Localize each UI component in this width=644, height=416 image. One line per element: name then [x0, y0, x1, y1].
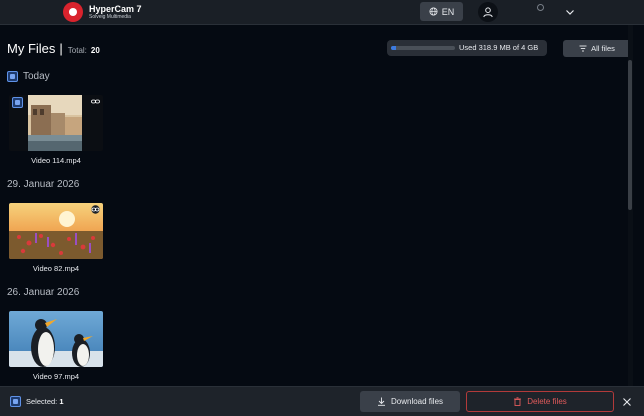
selected-count-text: Selected: 1 [26, 397, 64, 406]
file-thumbnail-video-82[interactable] [9, 203, 103, 259]
delete-label: Delete files [527, 397, 567, 406]
file-name: Video 82.mp4 [32, 264, 80, 273]
file-name: Video 97.mp4 [32, 372, 80, 381]
storage-indicator: Used 318.9 MB of 4 GB [387, 40, 547, 56]
trash-icon [514, 397, 522, 406]
group-checkbox-today[interactable] [7, 71, 18, 82]
download-files-button[interactable]: Download files [360, 391, 460, 412]
app-logo: HyperCam 7 Solveig Multimedia [63, 2, 142, 22]
chevron-down-icon[interactable] [564, 6, 576, 18]
selection-bar: Selected: 1 Download files Delete files [0, 386, 644, 416]
file-thumbnail-video-97[interactable] [9, 311, 103, 367]
language-button[interactable]: EN [420, 2, 463, 21]
download-label: Download files [390, 397, 444, 406]
user-account-button[interactable] [478, 2, 498, 22]
link-icon[interactable] [91, 97, 100, 106]
storage-text: Used 318.9 MB of 4 GB [459, 43, 539, 52]
thumbnail-image-penguins [9, 311, 103, 367]
file-name: Video 114.mp4 [31, 156, 81, 165]
filter-label: All files [591, 44, 615, 53]
download-icon [377, 397, 385, 406]
page-title: My Files | Total: 20 [7, 41, 100, 56]
globe-icon [429, 7, 438, 16]
total-count: 20 [90, 46, 100, 55]
thumbnail-image-harbor [9, 95, 103, 151]
delete-files-button[interactable]: Delete files [466, 391, 614, 412]
filter-button[interactable]: All files [563, 40, 631, 57]
user-icon [483, 7, 493, 18]
app-header: HyperCam 7 Solveig Multimedia EN [0, 0, 644, 25]
scrollbar-thumb[interactable] [628, 60, 632, 210]
app-subtitle: Solveig Multimedia [89, 13, 131, 20]
thumbnail-image-sunset-flowers [9, 203, 103, 259]
storage-progress [391, 46, 455, 50]
selected-label: Selected: [26, 397, 58, 406]
language-label: EN [441, 6, 455, 17]
select-all-checkbox[interactable] [10, 396, 21, 407]
title-separator: | [59, 41, 63, 56]
selected-count: 1 [59, 397, 64, 406]
group-label-today: Today [23, 71, 50, 82]
total-label: Total: [67, 46, 87, 55]
file-checkbox-video-114[interactable] [12, 97, 23, 108]
group-label-jan-29: 29. Januar 2026 [7, 179, 80, 190]
close-icon[interactable] [622, 397, 632, 407]
file-thumbnail-video-114[interactable] [9, 95, 103, 151]
record-icon [63, 2, 83, 22]
link-icon[interactable] [91, 205, 100, 214]
page-title-text: My Files [7, 41, 56, 56]
group-label-jan-26: 26. Januar 2026 [7, 287, 80, 298]
storage-progress-fill [391, 46, 397, 50]
filter-icon [579, 45, 587, 52]
info-icon[interactable] [537, 4, 544, 11]
app-title: HyperCam 7 [89, 3, 142, 14]
